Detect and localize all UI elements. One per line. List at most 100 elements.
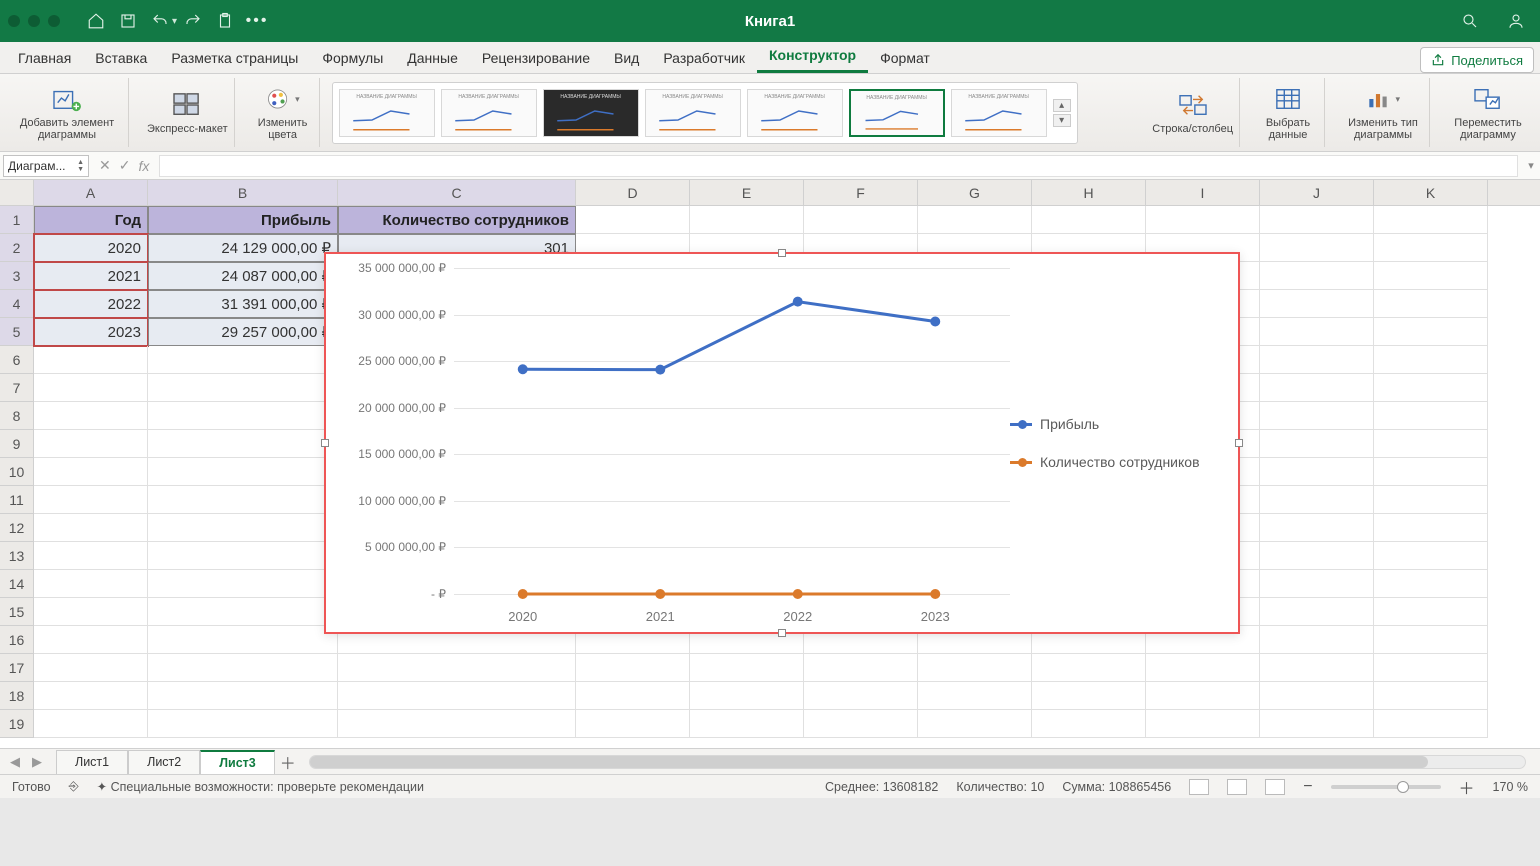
cell-A12[interactable] [34, 514, 148, 542]
cell-H19[interactable] [1032, 710, 1146, 738]
cell-K1[interactable] [1374, 206, 1488, 234]
cell-K11[interactable] [1374, 486, 1488, 514]
cell-A9[interactable] [34, 430, 148, 458]
cell-J10[interactable] [1260, 458, 1374, 486]
row-header-18[interactable]: 18 [0, 682, 34, 710]
row-header-16[interactable]: 16 [0, 626, 34, 654]
minimize-icon[interactable] [28, 15, 40, 27]
column-header-F[interactable]: F [804, 180, 918, 205]
cell-E17[interactable] [690, 654, 804, 682]
legend-item[interactable]: Количество сотрудников [1010, 454, 1230, 470]
ribbon-tab-2[interactable]: Разметка страницы [159, 43, 310, 73]
cell-K18[interactable] [1374, 682, 1488, 710]
cell-K15[interactable] [1374, 598, 1488, 626]
add-sheet-button[interactable]: ＋ [275, 750, 301, 774]
fx-icon[interactable]: fx [138, 158, 149, 174]
ribbon-tab-5[interactable]: Рецензирование [470, 43, 602, 73]
cell-H18[interactable] [1032, 682, 1146, 710]
close-icon[interactable] [8, 15, 20, 27]
cell-D18[interactable] [576, 682, 690, 710]
cell-K19[interactable] [1374, 710, 1488, 738]
cell-B2[interactable]: 24 129 000,00 ₽ [148, 234, 338, 262]
cell-E18[interactable] [690, 682, 804, 710]
change-colors-button[interactable]: Изменить цвета [247, 78, 320, 147]
legend-item[interactable]: Прибыль [1010, 416, 1230, 432]
undo-dropdown-icon[interactable]: ▾ [172, 16, 177, 27]
cell-H17[interactable] [1032, 654, 1146, 682]
cell-B5[interactable]: 29 257 000,00 ₽ [148, 318, 338, 346]
undo-icon[interactable] [148, 9, 172, 33]
sheet-nav-prev-icon[interactable]: ◀ [6, 754, 24, 770]
cell-B15[interactable] [148, 598, 338, 626]
column-header-H[interactable]: H [1032, 180, 1146, 205]
save-icon[interactable] [116, 9, 140, 33]
cell-G17[interactable] [918, 654, 1032, 682]
chart-styles-gallery[interactable]: НАЗВАНИЕ ДИАГРАММЫНАЗВАНИЕ ДИАГРАММЫНАЗВ… [332, 82, 1078, 144]
ribbon-tab-1[interactable]: Вставка [83, 43, 159, 73]
cell-A13[interactable] [34, 542, 148, 570]
row-header-2[interactable]: 2 [0, 234, 34, 262]
resize-handle-right[interactable] [1235, 439, 1243, 447]
cell-D1[interactable] [576, 206, 690, 234]
cell-G1[interactable] [918, 206, 1032, 234]
cell-I19[interactable] [1146, 710, 1260, 738]
redo-icon[interactable] [181, 9, 205, 33]
ribbon-tab-9[interactable]: Формат [868, 43, 942, 73]
cell-A8[interactable] [34, 402, 148, 430]
row-header-15[interactable]: 15 [0, 598, 34, 626]
row-header-7[interactable]: 7 [0, 374, 34, 402]
ribbon-tab-3[interactable]: Формулы [310, 43, 395, 73]
cell-F19[interactable] [804, 710, 918, 738]
search-icon[interactable] [1458, 9, 1482, 33]
cell-A17[interactable] [34, 654, 148, 682]
cell-J4[interactable] [1260, 290, 1374, 318]
cell-K14[interactable] [1374, 570, 1488, 598]
column-header-D[interactable]: D [576, 180, 690, 205]
column-header-G[interactable]: G [918, 180, 1032, 205]
cell-A11[interactable] [34, 486, 148, 514]
clipboard-icon[interactable] [213, 9, 237, 33]
column-header-B[interactable]: B [148, 180, 338, 205]
home-icon[interactable] [84, 9, 108, 33]
cell-J2[interactable] [1260, 234, 1374, 262]
zoom-slider[interactable] [1331, 785, 1441, 789]
add-chart-element-button[interactable]: Добавить элемент диаграммы [6, 78, 129, 147]
cell-B3[interactable]: 24 087 000,00 ₽ [148, 262, 338, 290]
column-header-C[interactable]: C [338, 180, 576, 205]
chart-legend[interactable]: Прибыль Количество сотрудников [1010, 262, 1230, 624]
column-headers[interactable]: ABCDEFGHIJK [34, 180, 1540, 206]
cell-K5[interactable] [1374, 318, 1488, 346]
account-icon[interactable] [1504, 9, 1528, 33]
cell-K9[interactable] [1374, 430, 1488, 458]
cell-K12[interactable] [1374, 514, 1488, 542]
cell-J1[interactable] [1260, 206, 1374, 234]
gallery-scroll[interactable]: ▴▾ [1053, 99, 1071, 127]
cell-J8[interactable] [1260, 402, 1374, 430]
cell-J6[interactable] [1260, 346, 1374, 374]
zoom-in-button[interactable]: ＋ [1459, 775, 1475, 799]
chart-object[interactable]: - ₽5 000 000,00 ₽10 000 000,00 ₽15 000 0… [324, 252, 1240, 634]
cell-E19[interactable] [690, 710, 804, 738]
cell-K4[interactable] [1374, 290, 1488, 318]
cell-B8[interactable] [148, 402, 338, 430]
page-break-view-button[interactable] [1265, 779, 1285, 795]
cell-A15[interactable] [34, 598, 148, 626]
cell-I18[interactable] [1146, 682, 1260, 710]
cell-B14[interactable] [148, 570, 338, 598]
cell-A10[interactable] [34, 458, 148, 486]
zoom-out-button[interactable]: − [1303, 778, 1312, 796]
cell-J17[interactable] [1260, 654, 1374, 682]
sheet-tab-0[interactable]: Лист1 [56, 750, 128, 774]
cell-B16[interactable] [148, 626, 338, 654]
row-header-6[interactable]: 6 [0, 346, 34, 374]
ribbon-tab-7[interactable]: Разработчик [651, 43, 757, 73]
cell-J13[interactable] [1260, 542, 1374, 570]
cell-A2[interactable]: 2020 [34, 234, 148, 262]
cell-J12[interactable] [1260, 514, 1374, 542]
row-header-19[interactable]: 19 [0, 710, 34, 738]
maximize-icon[interactable] [48, 15, 60, 27]
row-header-12[interactable]: 12 [0, 514, 34, 542]
cell-J16[interactable] [1260, 626, 1374, 654]
cell-K10[interactable] [1374, 458, 1488, 486]
cell-A5[interactable]: 2023 [34, 318, 148, 346]
